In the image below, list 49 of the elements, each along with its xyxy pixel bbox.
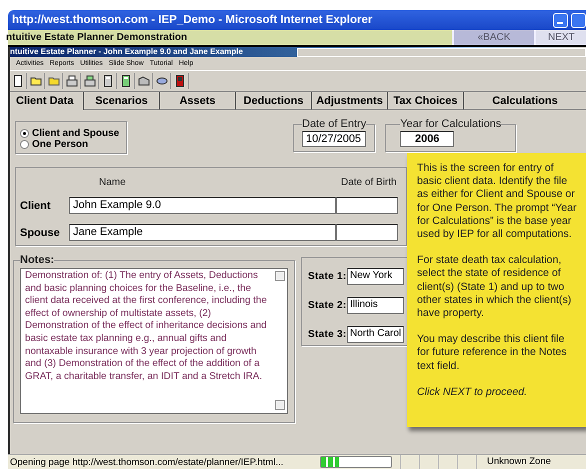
- calculator-icon[interactable]: [104, 75, 112, 87]
- back-button[interactable]: «BACK: [452, 30, 534, 45]
- printer-icon[interactable]: [84, 75, 96, 87]
- next-button[interactable]: NEXT: [534, 30, 586, 45]
- row-label: Client: [19, 200, 52, 212]
- column-header: Date of Birth: [340, 176, 398, 188]
- page-icon[interactable]: [14, 75, 22, 87]
- printer-icon[interactable]: [66, 75, 78, 87]
- state-field[interactable]: New York: [347, 268, 404, 284]
- name-field[interactable]: John Example 9.0: [69, 197, 336, 214]
- help-text: You may describe this client file for future reference in the Notes text field.: [417, 333, 568, 373]
- state-field[interactable]: Illinois: [347, 296, 404, 314]
- tab[interactable]: Deductions: [236, 92, 312, 110]
- radio-button[interactable]: [20, 129, 29, 138]
- row-label: Spouse: [19, 226, 61, 239]
- state-label: State 1:: [308, 270, 347, 282]
- name-field[interactable]: Jane Example: [69, 224, 336, 242]
- folder-icon[interactable]: [48, 76, 60, 86]
- birth-date-field[interactable]: [336, 224, 398, 242]
- birth-date-field[interactable]: [336, 197, 398, 214]
- tab[interactable]: Assets: [160, 92, 236, 110]
- app-title: ntuitive Estate Planner - John Example 9.0 and Jane Example: [10, 47, 244, 57]
- calculator-icon[interactable]: [122, 75, 130, 87]
- group-label: Notes:: [20, 254, 54, 266]
- tab[interactable]: Scenarios: [84, 92, 160, 110]
- zone-text: Unknown Zone: [476, 455, 551, 469]
- radio-button[interactable]: [20, 140, 29, 149]
- tab[interactable]: Adjustments: [312, 92, 388, 110]
- tab[interactable]: Tax Choices: [388, 92, 464, 110]
- year-field[interactable]: 2006: [400, 131, 454, 147]
- help-text: This is the screen for entry of basic client data. Identify the file as either for Client and Spouse or for One Person. The prompt “Year for Calculations” is the base year used by IEP for all computations.: [417, 162, 578, 242]
- date-field[interactable]: 10/27/2005: [302, 131, 366, 147]
- folder-icon[interactable]: [30, 76, 42, 86]
- maximize-button[interactable]: [571, 12, 586, 28]
- radio-label: One Person: [32, 139, 88, 150]
- group-label: Date of Entry: [302, 118, 366, 130]
- help-text: Click NEXT to proceed.: [417, 386, 528, 400]
- state-label: State 3:: [308, 328, 347, 340]
- window-title: http://west.thomson.com - IEP_Demo - Microsoft Internet Explorer: [12, 14, 374, 26]
- state-field[interactable]: North Carol: [347, 326, 404, 342]
- help-text: For state death tax calculation, select the state of residence of client(s) (State 1) and up to two other states in which the client(s) have property.: [417, 254, 572, 320]
- group-label: Year for Calculations: [400, 118, 502, 130]
- radio-label: Client and Spouse: [32, 128, 120, 139]
- disk-icon[interactable]: [156, 76, 168, 86]
- demo-title: ntuitive Estate Planner Demonstration: [6, 31, 188, 45]
- column-header: Name: [98, 176, 127, 188]
- state-label: State 2:: [308, 300, 347, 310]
- box-icon[interactable]: [138, 76, 150, 86]
- status-text: Opening page http://west.thomson.com/estate/planner/IEP.html...: [9, 456, 284, 468]
